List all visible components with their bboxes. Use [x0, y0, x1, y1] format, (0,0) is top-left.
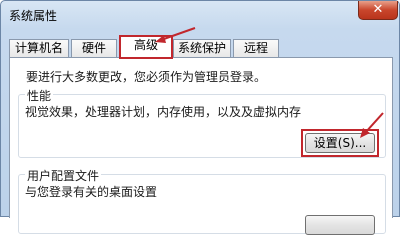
window-title: 系统属性 — [9, 9, 58, 23]
tab-label: 高级 — [133, 38, 158, 52]
tab-strip: 计算机名 硬件 高级 系统保护 远程 — [9, 35, 393, 59]
performance-description: 视觉效果，处理器计划，内存使用，以及及虚拟内存 — [25, 105, 302, 119]
admin-notice: 要进行大多数更改，您必须作为管理员登录。 — [26, 70, 267, 84]
tab-label: 计算机名 — [14, 41, 63, 55]
settings-button-label: 设置(S)... — [313, 136, 367, 150]
advanced-tab-panel: 要进行大多数更改，您必须作为管理员登录。 性能 视觉效果，处理器计划，内存使用，… — [9, 57, 393, 235]
close-icon: ✕ — [372, 2, 384, 17]
tab-remote[interactable]: 远程 — [233, 39, 279, 58]
tab-system-protection[interactable]: 系统保护 — [173, 39, 231, 58]
performance-settings-button[interactable]: 设置(S)... — [305, 133, 375, 153]
title-bar[interactable]: 系统属性 ✕ — [1, 1, 399, 29]
user-profiles-title: 用户配置文件 — [25, 167, 102, 184]
tab-label: 系统保护 — [177, 41, 226, 55]
tab-label: 远程 — [243, 41, 268, 55]
user-profiles-settings-button[interactable] — [305, 215, 375, 235]
user-profiles-group: 用户配置文件 与您登录有关的桌面设置 — [18, 167, 386, 235]
tab-label: 硬件 — [81, 41, 106, 55]
user-profiles-description: 与您登录有关的桌面设置 — [25, 185, 158, 199]
close-button[interactable]: ✕ — [358, 1, 398, 20]
performance-title: 性能 — [25, 87, 54, 104]
tab-hardware[interactable]: 硬件 — [71, 39, 117, 58]
tab-computer-name[interactable]: 计算机名 — [9, 39, 69, 58]
performance-group: 性能 视觉效果，处理器计划，内存使用，以及及虚拟内存 设置(S)... — [18, 87, 386, 158]
system-properties-window: 系统属性 ✕ 计算机名 硬件 高级 系统保护 远程 要进行大多数更改，您必须作为… — [0, 0, 400, 235]
tab-advanced[interactable]: 高级 — [119, 36, 173, 59]
